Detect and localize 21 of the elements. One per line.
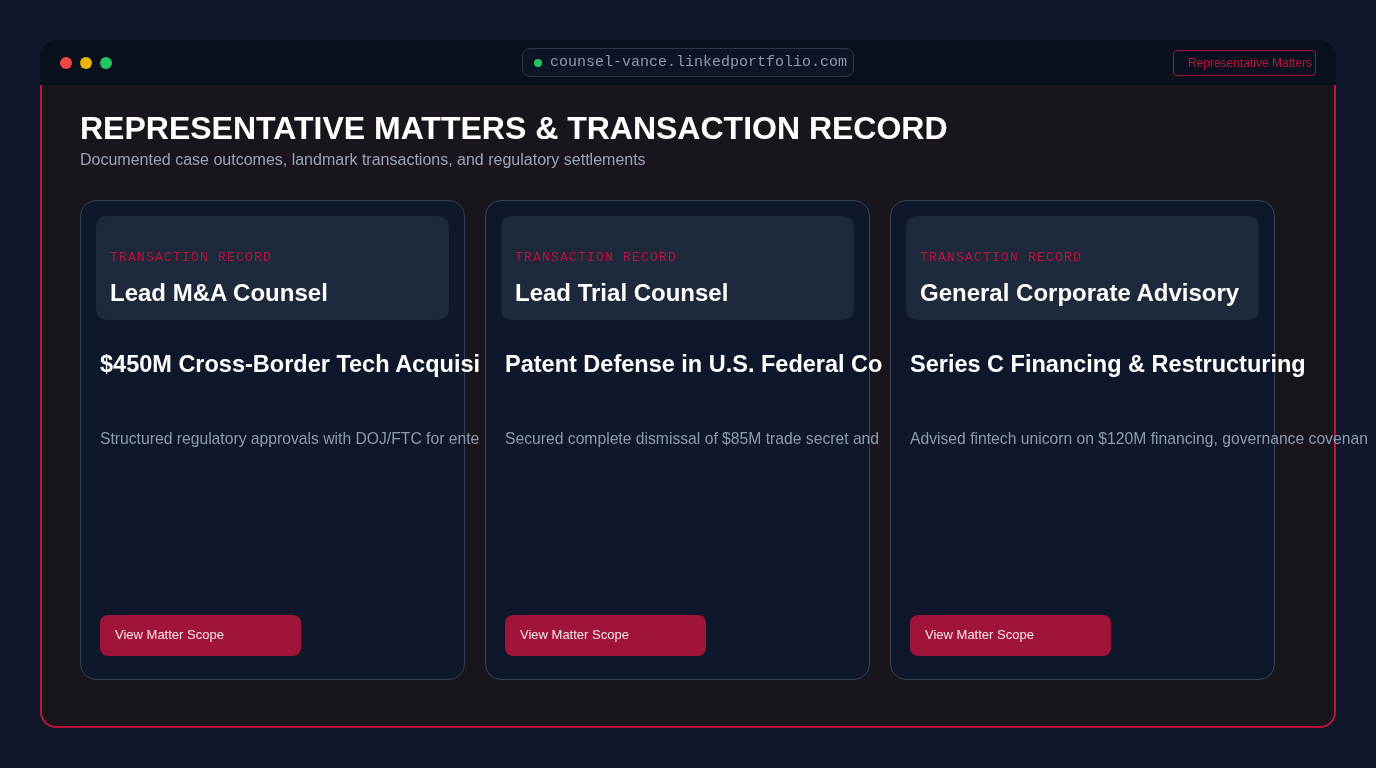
matter-description: Structured regulatory approvals with DOJ/FTC for ente: [100, 429, 480, 449]
window-control-icon[interactable]: [60, 56, 72, 69]
role-title: General Corporate Advisory: [920, 278, 1240, 308]
view-scope-button[interactable]: View Matter Scope: [910, 615, 1111, 656]
matter-title: Patent Defense in U.S. Federal Co: [505, 350, 883, 379]
view-scope-button[interactable]: View Matter Scope: [505, 615, 706, 656]
matter-title: Series C Financing & Restructuring: [910, 350, 1306, 379]
window-control-icon[interactable]: [100, 56, 112, 69]
status-dot-icon: [533, 58, 542, 67]
category-label: TRANSACTION RECORD: [920, 249, 1083, 267]
role-title: Lead Trial Counsel: [515, 278, 729, 308]
view-scope-button[interactable]: View Matter Scope: [100, 615, 301, 656]
category-label: TRANSACTION RECORD: [515, 249, 678, 267]
window-control-icon[interactable]: [80, 56, 92, 69]
matter-description: Secured complete dismissal of $85M trade secret and: [505, 429, 880, 449]
role-title: Lead M&A Counsel: [110, 278, 328, 308]
matter-title: $450M Cross-Border Tech Acquisi: [100, 350, 481, 379]
page-title: REPRESENTATIVE MATTERS & TRANSACTION RECORD: [80, 109, 948, 147]
page-subtitle: Documented case outcomes, landmark transactions, and regulatory settlements: [80, 150, 646, 170]
address-field[interactable]: counsel-vance.linkedportfolio.com: [521, 48, 855, 77]
category-label: TRANSACTION RECORD: [110, 249, 273, 267]
